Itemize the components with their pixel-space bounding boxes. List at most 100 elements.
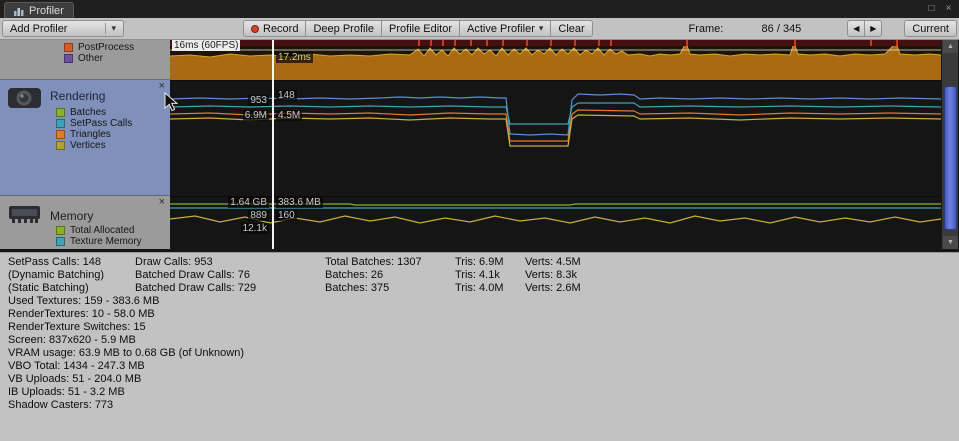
toolbar-button-group: Record Deep Profile Profile Editor Activ…	[243, 20, 593, 37]
stat-setpass-calls: SetPass Calls: 148	[8, 256, 101, 268]
legend-label: PostProcess	[78, 41, 135, 53]
stats-row: (Static Batching) Batched Draw Calls: 72…	[0, 282, 959, 295]
postprocess-swatch	[64, 42, 73, 52]
stat-verts: Verts: 4.5M	[525, 256, 581, 268]
stat-tris: Tris: 4.1k	[455, 269, 500, 281]
current-frame-line[interactable]	[272, 40, 274, 249]
legend-postprocess[interactable]: PostProcess	[64, 41, 135, 53]
rendering-peak-draw-calls-label: 953	[248, 95, 269, 106]
module-title: Rendering	[50, 89, 106, 103]
deep-profile-button[interactable]: Deep Profile	[305, 20, 383, 37]
stat-line: Screen: 837x620 - 5.9 MB	[8, 334, 136, 346]
active-profiler-dropdown[interactable]: Active Profiler ▾	[459, 20, 552, 37]
profiler-tab-icon	[14, 7, 24, 16]
vertices-swatch	[56, 140, 65, 150]
mouse-cursor	[164, 92, 178, 112]
deep-profile-label: Deep Profile	[313, 22, 375, 35]
profiler-main: PostProcess Other Rendering × Batches Se…	[0, 40, 959, 252]
stat-line: RenderTextures: 10 - 58.0 MB	[8, 308, 155, 320]
stat-batches: Batches: 26	[325, 269, 384, 281]
toolbar: Add Profiler ▾ Record Deep Profile Profi…	[0, 18, 959, 40]
total-allocated-swatch	[56, 225, 65, 235]
vertical-scrollbar[interactable]: ▲ ▼	[941, 40, 958, 249]
stats-panel: SetPass Calls: 148 Draw Calls: 953 Total…	[0, 252, 959, 441]
legend-label: Texture Memory	[70, 235, 142, 247]
title-bar: Profiler □ ×	[0, 0, 959, 18]
module-rendering[interactable]: Rendering × Batches SetPass Calls Triang…	[0, 80, 170, 196]
record-button[interactable]: Record	[243, 20, 307, 37]
scroll-up-icon[interactable]: ▲	[943, 40, 958, 53]
chevron-down-icon: ▾	[538, 23, 544, 33]
maximize-button[interactable]: □	[924, 2, 939, 15]
legend-total-allocated[interactable]: Total Allocated	[56, 224, 135, 236]
close-module-icon[interactable]: ×	[159, 196, 165, 208]
module-panel: PostProcess Other Rendering × Batches Se…	[0, 40, 170, 249]
profile-editor-button[interactable]: Profile Editor	[381, 20, 460, 37]
rendering-module-icon	[8, 88, 41, 108]
add-profiler-dropdown[interactable]: Add Profiler ▾	[2, 20, 124, 37]
legend-vertices[interactable]: Vertices	[56, 140, 106, 151]
legend-batches[interactable]: Batches	[56, 106, 107, 118]
stat-line: RenderTexture Switches: 15	[8, 321, 146, 333]
clear-button[interactable]: Clear	[550, 20, 593, 37]
stat-line: IB Uploads: 51 - 3.2 MB	[8, 386, 125, 398]
stat-batches: Batches: 375	[325, 282, 390, 294]
memory-module-icon	[9, 206, 40, 223]
scrollbar-thumb[interactable]	[944, 86, 957, 230]
triangles-swatch	[56, 129, 65, 139]
frame-info: Frame: 86 / 345	[688, 23, 801, 35]
rendering-current-verts-label: 4.5M	[276, 110, 303, 121]
stat-tris: Tris: 4.0M	[455, 282, 504, 294]
legend-other[interactable]: Other	[64, 52, 104, 64]
profile-editor-label: Profile Editor	[389, 22, 452, 35]
tab-profiler[interactable]: Profiler	[4, 2, 74, 18]
close-button[interactable]: ×	[941, 2, 956, 15]
legend-label: SetPass Calls	[70, 117, 133, 129]
frame-nav: ◀ ▶	[847, 20, 883, 37]
record-icon	[251, 24, 259, 33]
active-profiler-label: Active Profiler	[467, 22, 535, 35]
rendering-current-setpass-label: 148	[276, 90, 297, 101]
memory-current-label-2: 160	[276, 210, 297, 221]
batches-swatch	[56, 107, 65, 117]
module-title: Memory	[50, 209, 94, 223]
stat-tris: Tris: 6.9M	[455, 256, 504, 268]
module-cpu-partial[interactable]: PostProcess Other	[0, 40, 170, 80]
next-frame-button[interactable]: ▶	[864, 20, 883, 37]
module-memory[interactable]: Memory × Total Allocated Texture Memory	[0, 196, 170, 249]
legend-setpass-calls[interactable]: SetPass Calls	[56, 117, 133, 129]
texture-memory-swatch	[56, 236, 65, 246]
frame-value: 86 / 345	[761, 22, 802, 35]
stats-row: SetPass Calls: 148 Draw Calls: 953 Total…	[0, 256, 959, 269]
current-frame-button[interactable]: Current	[904, 20, 957, 37]
rendering-peak-tris-label: 6.9M	[242, 110, 269, 121]
record-label: Record	[263, 22, 299, 35]
legend-label: Total Allocated	[70, 224, 135, 236]
stat-line: VRAM usage: 63.9 MB to 0.68 GB (of Unkno…	[8, 347, 245, 359]
stat-line: VB Uploads: 51 - 204.0 MB	[8, 373, 142, 385]
current-label: Current	[912, 22, 949, 35]
prev-frame-button[interactable]: ◀	[847, 20, 866, 37]
memory-peak-label-3: 12.1k	[240, 223, 269, 234]
stat-total-batches: Total Batches: 1307	[325, 256, 422, 268]
legend-triangles[interactable]: Triangles	[56, 128, 111, 140]
memory-peak-label: 1.64 GB	[228, 197, 269, 208]
scroll-down-icon[interactable]: ▼	[943, 236, 958, 249]
close-module-icon[interactable]: ×	[159, 80, 165, 92]
stat-batched-draw-calls: Batched Draw Calls: 729	[135, 282, 257, 294]
stat-line: VBO Total: 1434 - 247.3 MB	[8, 360, 145, 372]
stats-row: (Dynamic Batching) Batched Draw Calls: 7…	[0, 269, 959, 282]
chart-area: 16ms (60FPS) 17.2ms 953 148 6.9M 4.5M 1.…	[170, 40, 941, 249]
stat-verts: Verts: 8.3k	[525, 269, 577, 281]
legend-label: Other	[78, 52, 104, 64]
legend-label: Triangles	[70, 128, 111, 140]
cpu-current-frame-label: 17.2ms	[276, 52, 313, 63]
chevron-down-icon: ▾	[105, 23, 116, 34]
cpu-target-label: 16ms (60FPS)	[172, 40, 241, 51]
add-profiler-label: Add Profiler	[10, 22, 68, 35]
stat-static-batching: (Static Batching)	[8, 282, 89, 294]
legend-label: Batches	[70, 106, 107, 118]
stat-draw-calls: Draw Calls: 953	[135, 256, 213, 268]
window-controls: □ ×	[924, 2, 956, 15]
legend-texture-memory[interactable]: Texture Memory	[56, 235, 142, 247]
